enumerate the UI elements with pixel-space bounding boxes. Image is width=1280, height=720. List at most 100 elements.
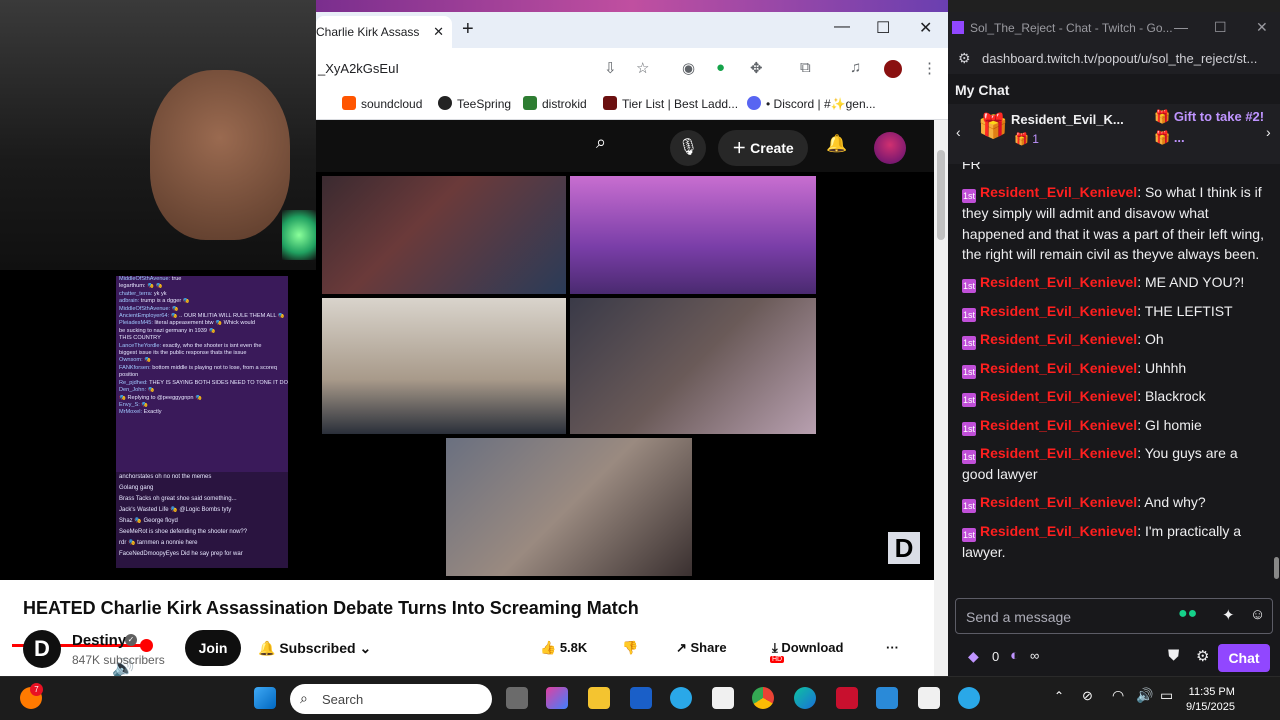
- chat-username[interactable]: Resident_Evil_Kenievel: [980, 184, 1137, 200]
- download-button[interactable]: ⤓ Download: [772, 640, 843, 656]
- subscriber-badge-icon[interactable]: 1st: [962, 393, 976, 408]
- scrollbar-thumb[interactable]: [937, 150, 945, 240]
- task-view-icon[interactable]: [506, 687, 528, 709]
- windows-start-icon[interactable]: [254, 687, 276, 709]
- chat-username[interactable]: Resident_Evil_Kenievel: [980, 388, 1137, 404]
- chevron-up-icon[interactable]: ⌃: [1054, 689, 1064, 703]
- system-clock[interactable]: 11:35 PM 9/15/2025: [1186, 685, 1235, 715]
- create-button[interactable]: ＋ Create: [718, 130, 808, 166]
- streamer-face: [150, 70, 290, 240]
- subscriber-badge-icon[interactable]: 1st: [962, 527, 976, 542]
- subscriber-badge-icon[interactable]: 1st: [962, 450, 976, 465]
- more-actions-button[interactable]: ···: [886, 640, 899, 655]
- chat-username[interactable]: Resident_Evil_Kenievel: [980, 445, 1137, 461]
- bookmark-star-icon[interactable]: ☆: [636, 59, 649, 77]
- document-icon[interactable]: [712, 687, 734, 709]
- user-avatar[interactable]: [874, 132, 906, 164]
- chat-username[interactable]: Resident_Evil_Kenievel: [980, 274, 1137, 290]
- subscriber-badge-icon[interactable]: 1st: [962, 499, 976, 514]
- minimize-icon[interactable]: —: [834, 18, 850, 36]
- emote-icon[interactable]: ☺: [1250, 606, 1265, 623]
- mic-icon[interactable]: 🎙: [670, 130, 706, 166]
- edge-icon[interactable]: [794, 687, 816, 709]
- channel-avatar[interactable]: D: [23, 630, 61, 668]
- file-explorer-icon[interactable]: [588, 687, 610, 709]
- overlay-chat-text: 🎭 Replying to @peeggygnpn 🎭: [119, 394, 203, 401]
- channel-points-icon[interactable]: ◐: [1010, 647, 1019, 664]
- pinned-gift-banner[interactable]: ‹ 🎁 Resident_Evil_K... 🎁 1 🎁 Gift to tak…: [948, 104, 1280, 164]
- grammarly-icon[interactable]: ●●: [1178, 605, 1197, 623]
- like-button[interactable]: 👍 5.8K: [540, 640, 587, 656]
- bookmark-distrokid[interactable]: distrokid: [523, 96, 587, 111]
- twitch-url[interactable]: dashboard.twitch.tv/popout/u/sol_the_rej…: [982, 51, 1257, 66]
- join-button[interactable]: Join: [185, 630, 241, 666]
- url-input[interactable]: _XyA2kGsEuI: [318, 61, 399, 76]
- shield-icon[interactable]: ⛊: [1168, 647, 1179, 664]
- chat-username[interactable]: Resident_Evil_Kenievel: [980, 331, 1137, 347]
- notepad-icon[interactable]: [918, 687, 940, 709]
- chat-username[interactable]: Resident_Evil_Kenievel: [980, 494, 1137, 510]
- search-icon[interactable]: ⌕: [596, 132, 606, 153]
- subscriber-badge-icon[interactable]: 1st: [962, 189, 976, 204]
- security-app-icon[interactable]: [836, 687, 858, 709]
- dislike-button[interactable]: 👎: [622, 640, 638, 656]
- chevron-left-icon[interactable]: ‹: [956, 124, 961, 140]
- photos-icon[interactable]: [876, 687, 898, 709]
- camera-icon[interactable]: ◉: [682, 59, 695, 77]
- wifi-icon[interactable]: ◠: [1112, 687, 1124, 704]
- volume-icon[interactable]: 🔊: [1136, 687, 1153, 704]
- subscriber-badge-icon[interactable]: 1st: [962, 364, 976, 379]
- profile-avatar[interactable]: [884, 60, 902, 78]
- bits-icon[interactable]: ✦: [1222, 606, 1235, 624]
- network-off-icon[interactable]: ⊘: [1082, 688, 1093, 704]
- page-scrollbar[interactable]: [934, 120, 948, 676]
- overlay-chat-text: exactly, who the shooter is isnt even th…: [162, 342, 262, 349]
- chat-input[interactable]: Send a message ●● ✦ ☺: [955, 598, 1273, 634]
- progress-scrubber[interactable]: [140, 639, 154, 652]
- copilot-icon[interactable]: [546, 687, 568, 709]
- chat-username[interactable]: Resident_Evil_Kenievel: [980, 523, 1137, 539]
- chat-username[interactable]: Resident_Evil_Kenievel: [980, 417, 1137, 433]
- install-app-icon[interactable]: ⇩: [604, 59, 617, 77]
- subscriber-badge-icon[interactable]: 1st: [962, 279, 976, 294]
- settings-app-icon[interactable]: [958, 687, 980, 709]
- extensions-icon[interactable]: ✥: [750, 59, 763, 77]
- settings-icon[interactable]: ⚙: [1196, 647, 1209, 665]
- tab-search-icon[interactable]: ⧉: [800, 59, 811, 76]
- battery-icon[interactable]: ▭: [1160, 687, 1173, 704]
- bell-icon[interactable]: 🔔: [826, 134, 847, 154]
- media-controls-icon[interactable]: ♫: [850, 59, 861, 76]
- points-icon[interactable]: ◆: [968, 648, 979, 665]
- chat-username[interactable]: Resident_Evil_Kenievel: [980, 303, 1137, 319]
- subscriber-badge-icon[interactable]: 1st: [962, 421, 976, 436]
- chat-send-button[interactable]: Chat: [1218, 644, 1270, 672]
- overlay-chat-text: yk yk: [153, 290, 167, 297]
- new-tab-icon[interactable]: +: [462, 18, 474, 41]
- grammarly-icon[interactable]: ●: [716, 59, 725, 76]
- site-info-icon[interactable]: ⚙: [958, 50, 971, 67]
- minimize-icon[interactable]: —: [1174, 19, 1188, 35]
- maximize-icon[interactable]: ☐: [1214, 19, 1227, 36]
- chrome-icon[interactable]: [752, 687, 774, 709]
- close-tab-icon[interactable]: ✕: [433, 24, 444, 40]
- chat-scrollbar[interactable]: [1274, 557, 1279, 579]
- taskbar-search[interactable]: ⌕ Search: [290, 684, 492, 714]
- bookmark-discord[interactable]: • Discord | #✨gen...: [747, 96, 876, 111]
- share-button[interactable]: ↗ Share: [676, 640, 727, 656]
- maximize-icon[interactable]: ☐: [876, 18, 890, 38]
- bookmark-soundcloud[interactable]: soundcloud: [342, 96, 422, 111]
- bookmark-teespring[interactable]: TeeSpring: [438, 96, 511, 111]
- hp-icon[interactable]: [630, 687, 652, 709]
- channel-name[interactable]: Destiny: [72, 632, 126, 649]
- chat-username[interactable]: Resident_Evil_Kenievel: [980, 360, 1137, 376]
- menu-icon[interactable]: ⋮: [922, 59, 937, 77]
- subscriber-badge-icon[interactable]: 1st: [962, 307, 976, 322]
- app-icon[interactable]: [670, 687, 692, 709]
- close-window-icon[interactable]: ✕: [1256, 19, 1268, 36]
- subscribed-button[interactable]: 🔔 Subscribed ⌄: [258, 640, 371, 657]
- close-window-icon[interactable]: ✕: [919, 18, 932, 38]
- browser-tab-active[interactable]: Charlie Kirk Assassinat ✕: [316, 16, 452, 48]
- subscriber-badge-icon[interactable]: 1st: [962, 336, 976, 351]
- bookmark-tierlist[interactable]: Tier List | Best Ladd...: [603, 96, 738, 111]
- chevron-right-icon[interactable]: ›: [1266, 124, 1271, 140]
